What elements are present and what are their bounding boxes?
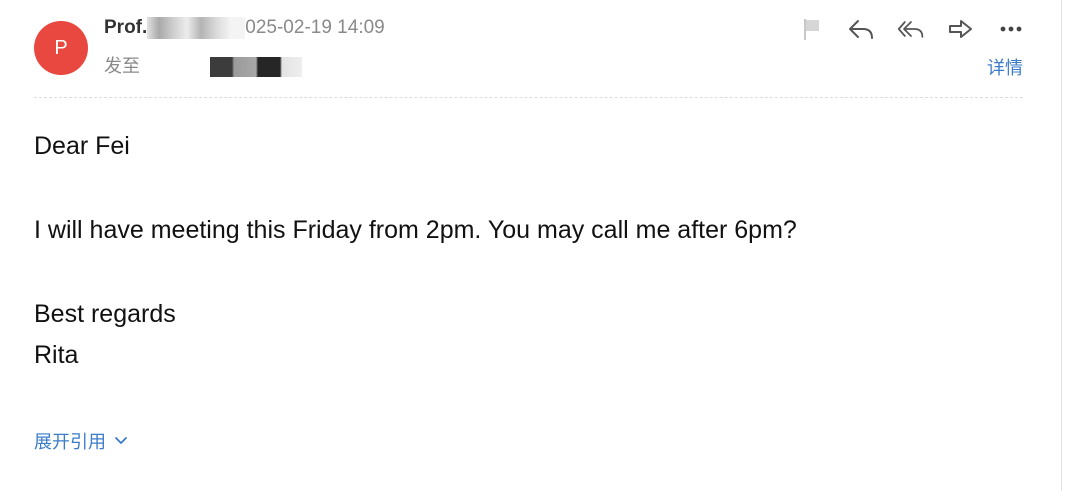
more-icon xyxy=(1000,26,1022,32)
to-label: 发至 xyxy=(104,56,140,76)
email-view: P Prof. 025-02-19 14:09 发至 详情 Dear Fei I… xyxy=(0,0,1062,491)
message-greeting: Dear Fei xyxy=(34,132,130,160)
message-toolbar xyxy=(797,16,1025,42)
reply-all-icon xyxy=(897,21,924,38)
sender-avatar[interactable]: P xyxy=(34,21,88,75)
flag-icon xyxy=(804,19,819,40)
header-divider xyxy=(34,97,1023,98)
chevron-down-icon xyxy=(115,437,127,444)
expand-quote-label: 展开引用 xyxy=(34,432,106,452)
redacted-sender-area xyxy=(147,17,246,39)
message-closing: Best regards xyxy=(34,300,176,328)
message-signature: Rita xyxy=(34,341,79,369)
flag-button[interactable] xyxy=(797,16,825,42)
more-button[interactable] xyxy=(997,16,1025,42)
redacted-recipient-area xyxy=(210,57,302,78)
details-link[interactable]: 详情 xyxy=(987,54,1023,80)
reply-icon xyxy=(849,20,873,39)
sender-line: Prof. 025-02-19 14:09 xyxy=(104,17,385,43)
recipient-line: 发至 xyxy=(104,52,302,78)
forward-icon xyxy=(949,20,972,38)
sender-name[interactable]: Prof. xyxy=(104,17,147,38)
reply-button[interactable] xyxy=(847,16,875,42)
email-date: 025-02-19 14:09 xyxy=(245,17,385,39)
message-body: I will have meeting this Friday from 2pm… xyxy=(34,216,797,244)
reply-all-button[interactable] xyxy=(897,16,925,42)
avatar-letter: P xyxy=(54,37,68,59)
expand-quote-button[interactable]: 展开引用 xyxy=(34,428,128,454)
forward-button[interactable] xyxy=(947,16,975,42)
